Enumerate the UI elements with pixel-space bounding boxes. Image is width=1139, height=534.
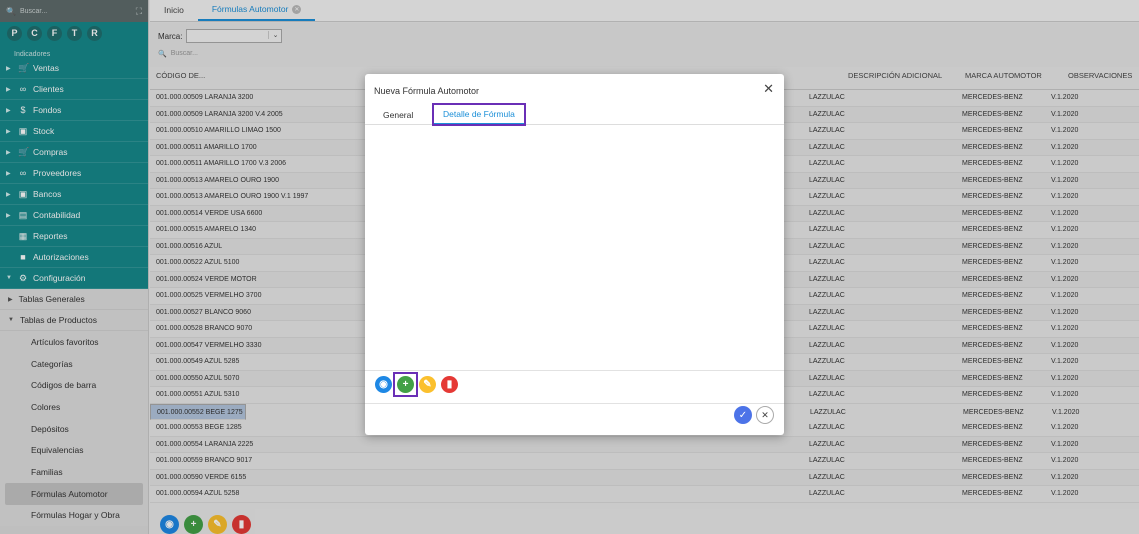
dialog-title: Nueva Fórmula Automotor (374, 86, 480, 96)
tab-general[interactable]: General (383, 104, 413, 125)
nueva-formula-dialog: Nueva Fórmula Automotor ✕ General Detall… (365, 74, 784, 435)
view-button[interactable]: ◉ (375, 376, 392, 393)
add-button[interactable]: + (397, 376, 414, 393)
cancel-button[interactable]: ✕ (756, 406, 774, 424)
close-icon[interactable]: ✕ (763, 81, 774, 97)
add-highlight: + (393, 372, 418, 397)
detail-actions: ◉ + ✎ ▮ (375, 372, 458, 397)
dialog-footer: ✓ ✕ (734, 406, 774, 424)
divider (365, 370, 784, 371)
formula-detail-grid (365, 126, 784, 370)
dialog-tabs: General Detalle de Fórmula (365, 103, 784, 126)
tab-detalle-formula[interactable]: Detalle de Fórmula (432, 103, 526, 126)
edit-button[interactable]: ✎ (419, 376, 436, 393)
divider (365, 403, 784, 404)
delete-button[interactable]: ▮ (441, 376, 458, 393)
confirm-button[interactable]: ✓ (734, 406, 752, 424)
